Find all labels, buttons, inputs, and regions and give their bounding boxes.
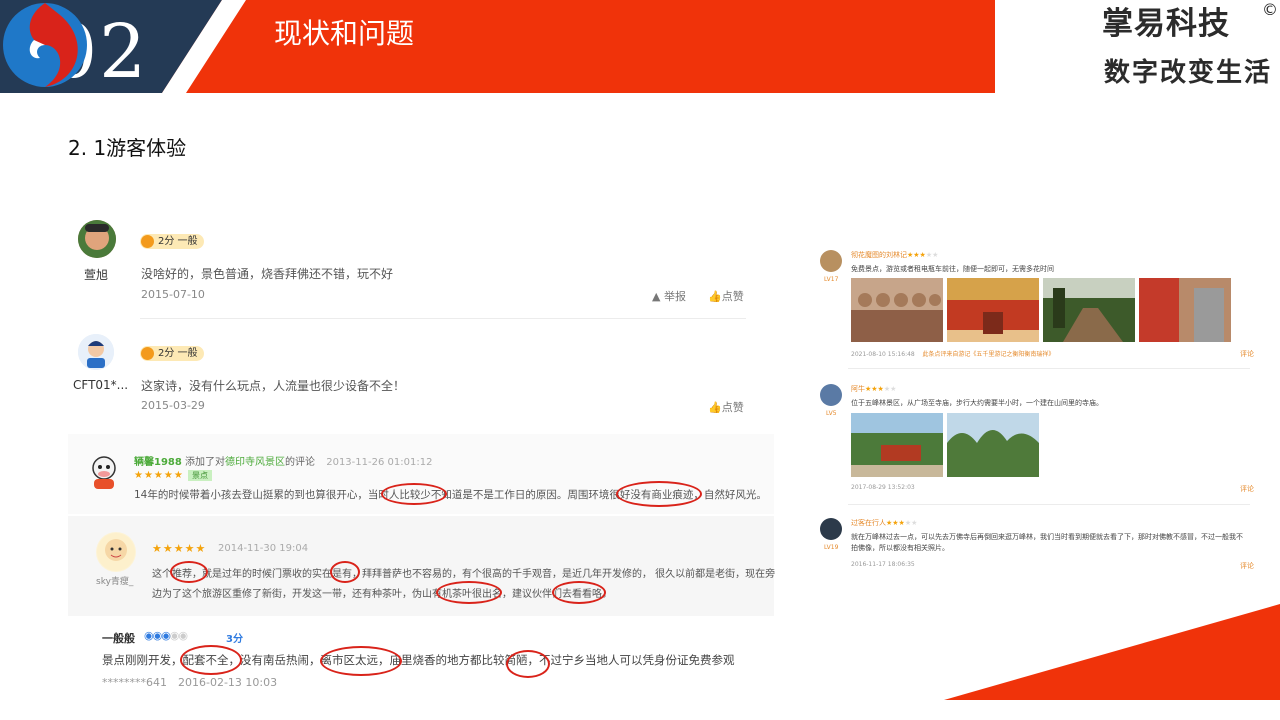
cow-mascot-icon bbox=[92, 456, 116, 489]
thumbs-up-icon: 👍 bbox=[708, 290, 722, 303]
highlight-circle bbox=[436, 581, 502, 604]
highlight-circle bbox=[180, 645, 242, 675]
user-level: LV17 bbox=[824, 276, 839, 283]
red-ribbons-photo bbox=[1139, 278, 1231, 342]
avatar bbox=[96, 532, 136, 572]
star-rating: ★★★ bbox=[865, 385, 884, 393]
temple-mountain-photo bbox=[851, 413, 943, 477]
rating-badge: 2分 一般 bbox=[140, 234, 204, 249]
review-meta: 2016-11-17 18:06:35 bbox=[851, 561, 915, 568]
review-collage-left: 萱旭 2分 一般 没啥好的，景色普通，烧香拜佛还不错，玩不好 2015-07-1… bbox=[68, 202, 776, 698]
star-rating: ★★★★★ bbox=[152, 542, 207, 555]
review-username[interactable]: 萱旭 bbox=[84, 266, 108, 283]
highlight-circle bbox=[381, 483, 447, 505]
divider bbox=[848, 504, 1250, 505]
section-title: 2. 1游客体验 bbox=[68, 136, 187, 160]
karst-peaks-photo bbox=[947, 413, 1039, 477]
user-face-icon bbox=[78, 220, 116, 258]
highlight-circle bbox=[330, 561, 360, 583]
tag-badge: 景点 bbox=[188, 470, 212, 481]
rating-label: 一般般 bbox=[102, 632, 135, 645]
review-username[interactable]: CFT01*... bbox=[73, 378, 128, 392]
review-username[interactable]: sky青瘦_ bbox=[96, 574, 133, 587]
review-meta: 2021-08-10 15:16:48 此条点评来自游记《五千里游记之衡阳衡南瑞… bbox=[851, 351, 1055, 358]
like-button[interactable]: 👍点赞 bbox=[708, 399, 744, 415]
user-level: LV5 bbox=[826, 410, 837, 417]
like-button[interactable]: 👍点赞 bbox=[708, 288, 744, 304]
avatar bbox=[88, 454, 120, 490]
divider bbox=[848, 368, 1250, 369]
review-text-line: 这个推荐，就是过年的时候门票收的实在是有，拜拜普萨也不容易的，有个很高的千手观音… bbox=[152, 569, 776, 580]
user-level: LV19 bbox=[824, 544, 839, 551]
avatar bbox=[820, 384, 842, 406]
rating-face-icon bbox=[141, 347, 154, 360]
reviewer-name[interactable]: 彻花魔图的刘林记★★★★★ bbox=[851, 250, 938, 260]
thumbs-up-icon: 👍 bbox=[708, 401, 722, 414]
page-title: 现状和问题 bbox=[274, 17, 415, 50]
highlight-circle bbox=[170, 561, 208, 583]
review-text: 没啥好的，景色普通，烧香拜佛还不错，玩不好 bbox=[141, 267, 394, 281]
divider bbox=[140, 318, 746, 319]
review-username[interactable]: 辆馨1988 bbox=[134, 457, 182, 468]
brand-name: 掌易科技 bbox=[1102, 6, 1230, 42]
review-meta: 2017-08-29 13:52:03 bbox=[851, 484, 915, 491]
header-background bbox=[0, 0, 1280, 93]
highlight-circle bbox=[320, 646, 402, 676]
avatar bbox=[820, 518, 842, 540]
highlight-circle bbox=[616, 481, 702, 507]
star-rating: ★★★ bbox=[907, 251, 926, 259]
review-text-line: 边为了这个旅游区重修了新街，开发这一带，还有种茶叶，伪山有机茶叶很出名，建议伙伴… bbox=[152, 589, 612, 600]
brand-slogan: 数字改变生活 bbox=[1104, 58, 1273, 88]
rating-face-icon bbox=[141, 235, 154, 248]
star-rating: ★★★ bbox=[886, 519, 905, 527]
rating-score: 3分 bbox=[226, 634, 243, 645]
rating-dots-icon: ◉◉◉◉◉ bbox=[144, 629, 188, 642]
copyright-mark: © bbox=[1262, 0, 1278, 19]
avatar bbox=[78, 220, 116, 258]
highlight-circle bbox=[506, 650, 550, 678]
cartoon-avatar-icon bbox=[97, 533, 135, 571]
header-banner: 02 现状和问题 掌易科技 © 数字改变生活 bbox=[0, 0, 1280, 93]
review-collage-right: LV17 彻花魔图的刘林记★★★★★ 免费景点，游览或者租电瓶车前往，随便一起即… bbox=[812, 238, 1258, 578]
review-header: 辆馨1988 添加了对德印寺风景区的评论 2013-11-26 01:01:12 bbox=[134, 457, 433, 468]
reviewer-name[interactable]: 阿牛★★★★★ bbox=[851, 384, 896, 394]
rating-badge: 2分 一般 bbox=[140, 346, 204, 361]
warning-icon: ▲ bbox=[652, 290, 661, 303]
review-date: 2015-03-29 bbox=[141, 399, 205, 412]
company-logo-icon bbox=[3, 3, 87, 87]
review-text: 这家诗，没有什么玩点，人流量也很少设备不全！ bbox=[141, 379, 406, 393]
avatar bbox=[820, 250, 842, 272]
avatar bbox=[78, 334, 114, 370]
review-time: 2013-11-26 01:01:12 bbox=[326, 457, 433, 468]
reply-link[interactable]: 评论 bbox=[1240, 561, 1254, 571]
review-time: 2016-02-13 10:03 bbox=[178, 676, 278, 689]
review-username: ********641 bbox=[102, 676, 167, 689]
reviewer-name[interactable]: 过客在行人★★★★★ bbox=[851, 518, 917, 528]
buddha-statues-photo bbox=[851, 278, 943, 342]
star-rating: ★★★★★ bbox=[134, 470, 184, 481]
reply-link[interactable]: 评论 bbox=[1240, 484, 1254, 494]
temple-photo bbox=[947, 278, 1039, 342]
review-text: 就在万峰林过去一点，可以先去万佛寺后再倒回来逛万峰林，我们当时看到期便就去看了下… bbox=[851, 533, 1243, 552]
forest-path-photo bbox=[1043, 278, 1135, 342]
report-button[interactable]: ▲ 举报 bbox=[652, 288, 686, 304]
highlight-circle bbox=[552, 581, 606, 604]
review-text: 位于五峰林景区，从广场至寺庙，步行大约需要半小时，一个建在山间里的寺庙。 bbox=[851, 399, 1103, 407]
reply-link[interactable]: 评论 bbox=[1240, 349, 1254, 359]
corner-decoration bbox=[944, 604, 1280, 700]
user-cartoon-icon bbox=[78, 334, 114, 370]
review-date: 2015-07-10 bbox=[141, 288, 205, 301]
review-text: 免费景点，游览或者租电瓶车前往，随便一起即可，无需多花时间 bbox=[851, 265, 1054, 273]
review-time: 2014-11-30 19:04 bbox=[218, 543, 309, 554]
place-link[interactable]: 德印寺风景区 bbox=[225, 457, 285, 468]
